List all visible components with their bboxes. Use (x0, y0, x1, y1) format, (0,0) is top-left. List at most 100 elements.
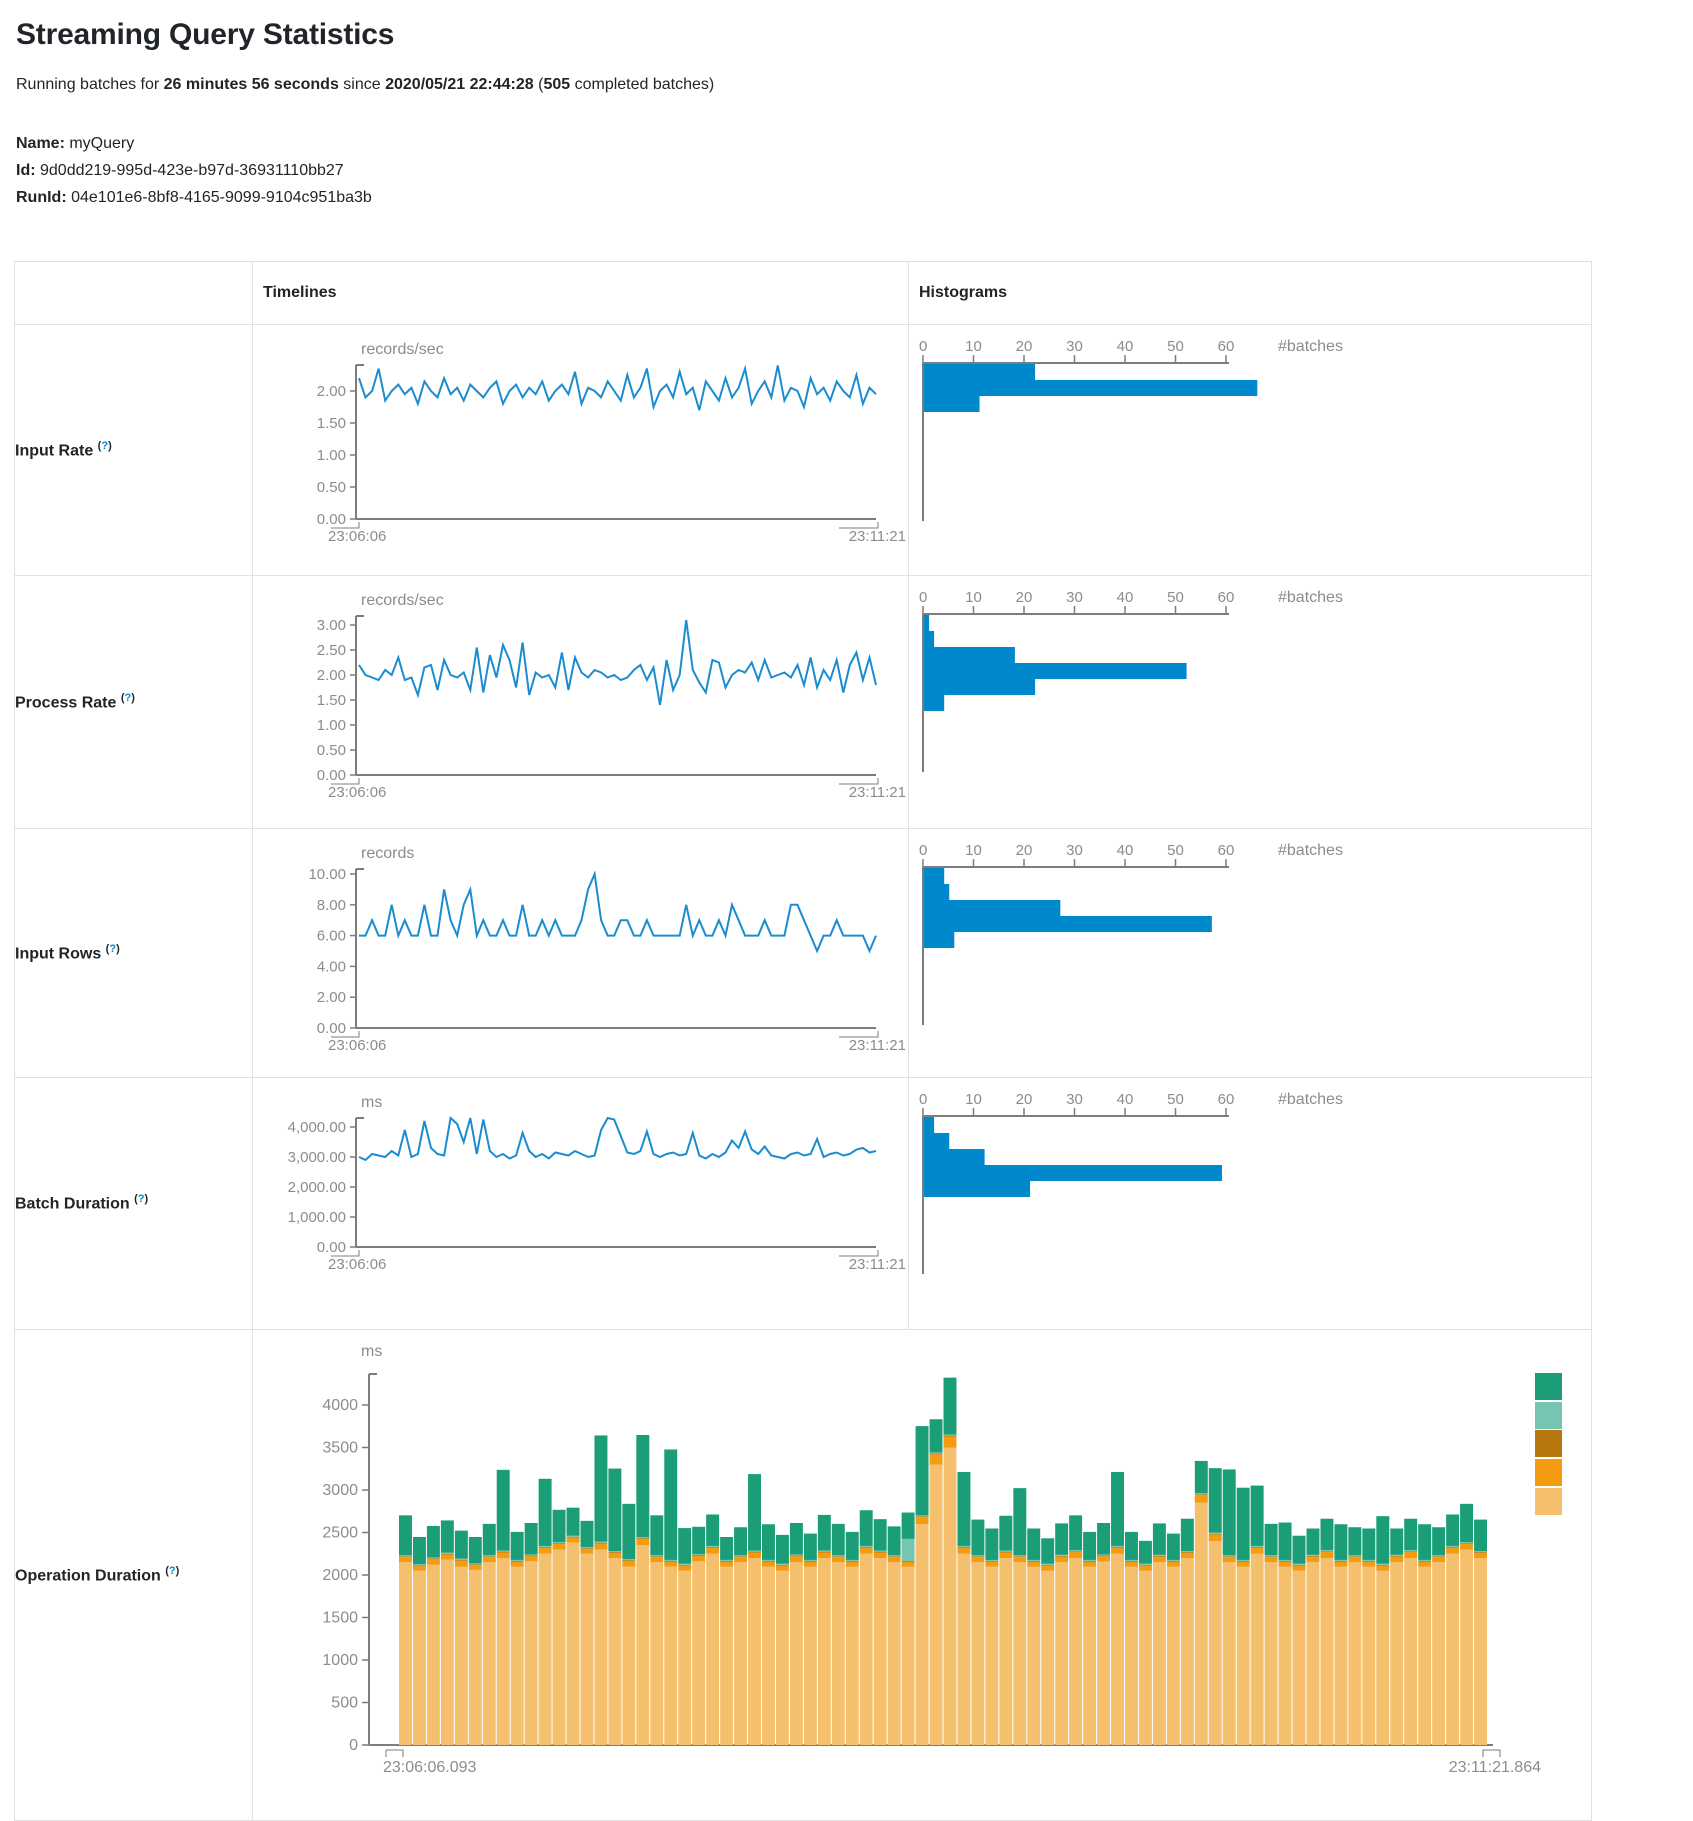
op-bar-segment-green (441, 1520, 454, 1552)
op-bar-segment-tan (1460, 1550, 1473, 1746)
op-bar-segment-tan (846, 1567, 859, 1746)
op-bar-segment-tan (1279, 1567, 1292, 1746)
help-icon[interactable]: (?) (106, 943, 120, 955)
tick-label: 50 (1167, 338, 1184, 355)
op-bar-segment-tan (1055, 1562, 1068, 1745)
op-bar-segment-dark-orange (944, 1436, 957, 1437)
op-bar-segment-green (790, 1523, 803, 1554)
op-bar-segment-tan (1362, 1567, 1375, 1746)
tick-label: #batches (1278, 842, 1343, 859)
histogram-axes: 0102030405060#batches (919, 842, 1343, 1025)
tick-label: 0 (919, 842, 927, 859)
op-bar-segment-dark-orange (1125, 1561, 1138, 1562)
op-bar-segment-light-teal (706, 1546, 719, 1547)
op-bar-segment-green (1432, 1527, 1445, 1555)
row-label-batch-duration: Batch Duration (?) (15, 1078, 253, 1330)
op-bar-segment-tan (916, 1524, 929, 1745)
op-bar-segment-tan (874, 1558, 887, 1745)
op-bar-segment-dark-orange (930, 1453, 943, 1454)
op-bar-segment-green (455, 1531, 468, 1559)
op-bar-segment-tan (1013, 1562, 1026, 1745)
help-icon[interactable]: (?) (165, 1565, 179, 1577)
op-bar-segment-light-teal (1055, 1555, 1068, 1556)
op-bar-segment-orange (985, 1562, 998, 1567)
op-bar-segment-green (1446, 1514, 1459, 1545)
op-bar-segment-tan (650, 1562, 663, 1745)
op-bar-segment-tan (1334, 1567, 1347, 1746)
op-bar-segment-green (427, 1526, 440, 1557)
op-bar-segment-dark-orange (539, 1547, 552, 1548)
op-bar-segment-dark-orange (553, 1543, 566, 1544)
op-bar-segment-dark-orange (902, 1561, 915, 1562)
help-icon[interactable]: (?) (121, 692, 135, 704)
op-bar-segment-tan (790, 1562, 803, 1745)
op-bar-segment-orange (553, 1544, 566, 1550)
op-bar-segment-dark-orange (1362, 1561, 1375, 1562)
histogram-bar (924, 631, 934, 647)
op-bar-segment-green (581, 1521, 594, 1547)
op-bar-segment-tan (511, 1567, 524, 1746)
tick-label: 0.00 (317, 1020, 346, 1037)
op-bar-segment-green (846, 1532, 859, 1560)
op-bar-segment-orange (608, 1553, 621, 1558)
op-bar-segment-light-teal (720, 1560, 733, 1561)
op-bar-segment-light-teal (483, 1555, 496, 1556)
op-bar-segment-orange (1013, 1557, 1026, 1562)
op-bar-segment-dark-orange (776, 1565, 789, 1566)
op-bar-segment-green (1055, 1523, 1068, 1554)
op-bar-segment-green (497, 1470, 510, 1551)
op-bar-segment-light-teal (985, 1560, 998, 1561)
legend-swatch-green (1535, 1373, 1562, 1400)
op-bar-segment-green (1334, 1524, 1347, 1560)
operation-duration-chart-cell: ms4000350030002500200015001000500023:06:… (253, 1330, 1592, 1821)
row-label-input-rows: Input Rows (?) (15, 829, 253, 1078)
op-bar-segment-orange (874, 1552, 887, 1558)
op-bar-segment-tan (497, 1558, 510, 1745)
query-runid-line: RunId: 04e101e6-8bf8-4165-9099-9104c951b… (16, 184, 1693, 211)
op-bar-segment-green (553, 1510, 566, 1542)
op-bar-segment-dark-orange (497, 1552, 510, 1553)
op-bar-segment-dark-orange (1432, 1556, 1445, 1557)
op-bar-segment-light-teal (622, 1559, 635, 1560)
op-bar-segment-dark-orange (832, 1556, 845, 1557)
input-rate-histogram-chart: 0102030405060#batches (909, 325, 1592, 575)
histogram-bar (924, 679, 1035, 695)
op-bar-segment-dark-orange (1195, 1494, 1208, 1495)
op-bar-segment-green (916, 1426, 929, 1515)
tick-label: 23:06:06 (328, 1037, 386, 1054)
query-id-label: Id: (16, 162, 36, 179)
op-bar-segment-light-teal (1237, 1560, 1250, 1561)
op-bar-segment-dark-orange (804, 1561, 817, 1562)
op-bar-segment-tan (1097, 1561, 1110, 1745)
help-icon[interactable]: (?) (134, 1193, 148, 1205)
help-icon[interactable]: (?) (98, 440, 112, 452)
tick-label: 3.00 (317, 617, 346, 634)
op-bar-segment-orange (720, 1562, 733, 1567)
op-bar-segment-green (706, 1514, 719, 1545)
op-bar-segment-light-teal (734, 1555, 747, 1556)
tick-label: 40 (1117, 1091, 1134, 1108)
op-bar-segment-light-teal (1418, 1560, 1431, 1561)
op-bar-segment-light-teal (1460, 1542, 1473, 1543)
op-bar-segment-green (1223, 1469, 1236, 1555)
op-bar-segment-orange (1307, 1557, 1320, 1563)
op-bar-segment-orange (1223, 1557, 1236, 1562)
op-bar-segment-green (776, 1535, 789, 1564)
tick-label: 23:11:21 (849, 528, 906, 545)
op-bar-segment-green (874, 1519, 887, 1550)
op-bar-segment-light-teal (832, 1555, 845, 1556)
op-bar-segment-dark-orange (1418, 1561, 1431, 1562)
op-bar-segment-green (971, 1520, 984, 1556)
op-bar-segment-tan (413, 1571, 426, 1745)
op-bar-segment-tan (1307, 1562, 1320, 1745)
op-bar-segment-green (1097, 1523, 1110, 1554)
op-bar-segment-tan (581, 1554, 594, 1745)
op-bar-segment-light-teal (1279, 1560, 1292, 1561)
op-bar-segment-dark-orange (1348, 1556, 1361, 1557)
op-bar-segment-light-teal (511, 1560, 524, 1561)
tick-label: 500 (331, 1695, 358, 1712)
op-bar-segment-green (1069, 1515, 1082, 1550)
op-bar-segment-green (762, 1524, 775, 1560)
op-bar-segment-light-teal (1265, 1555, 1278, 1556)
op-bar-segment-dark-orange (692, 1555, 705, 1556)
